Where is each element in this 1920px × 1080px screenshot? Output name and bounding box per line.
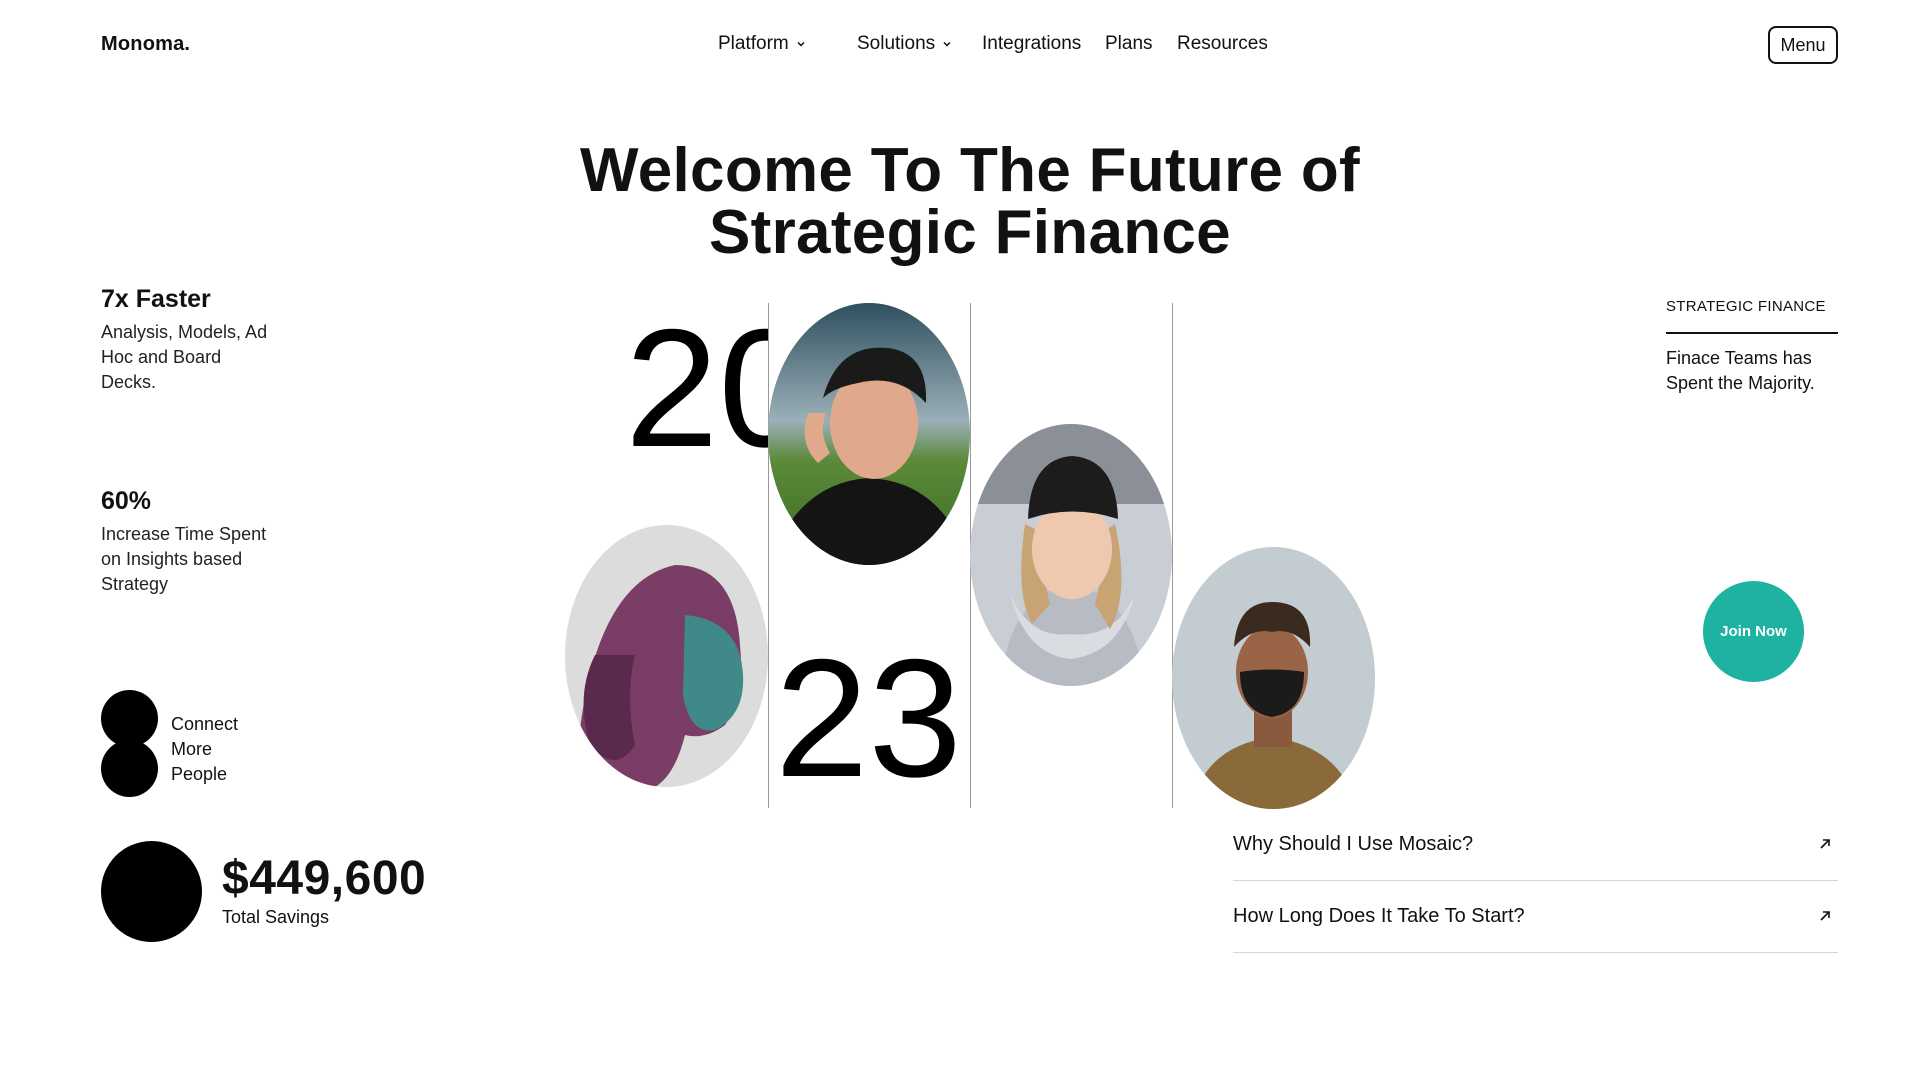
year-top-clip: 20 [625, 313, 768, 473]
menu-button[interactable]: Menu [1768, 26, 1838, 64]
faq-question: Why Should I Use Mosaic? [1233, 832, 1474, 855]
nav-resources[interactable]: Resources [1177, 33, 1268, 55]
nav-platform-label: Platform [718, 33, 789, 54]
year-bottom-clip: 23 [775, 643, 970, 808]
kicker-divider [1666, 332, 1838, 334]
nav-plans[interactable]: Plans [1105, 33, 1153, 55]
connect-label: Connect More People [171, 714, 239, 784]
section-kicker: STRATEGIC FINANCE [1666, 298, 1826, 315]
chevron-down-icon [943, 41, 951, 47]
connect-avatar-1 [101, 690, 158, 747]
hero-collage: 20 23 [565, 303, 1380, 809]
nav-integrations[interactable]: Integrations [982, 33, 1081, 55]
grid-divider [768, 303, 769, 808]
portrait-man-mask-image [1172, 547, 1375, 809]
stat-block-speed: 7x Faster Analysis, Models, Ad Hoc and B… [101, 285, 281, 395]
hero-title-line-1: Welcome To The Future of [580, 136, 1360, 205]
connect-avatar-2 [101, 740, 158, 797]
nav-plans-label: Plans [1105, 33, 1153, 54]
join-now-button[interactable]: Join Now [1703, 581, 1804, 682]
portrait-man-cap [768, 303, 970, 565]
savings-label: Total Savings [222, 907, 330, 927]
hero-title: Welcome To The Future of Strategic Finan… [460, 140, 1480, 264]
nav-solutions-label: Solutions [857, 33, 936, 54]
nav-platform[interactable]: Platform [718, 33, 807, 55]
portrait-woman-profile-image [565, 525, 768, 787]
faq-item[interactable]: Why Should I Use Mosaic? [1233, 808, 1838, 881]
brand-logo[interactable]: Monoma. [101, 33, 190, 56]
portrait-woman-profile [565, 525, 768, 787]
hero-title-line-2: Strategic Finance [709, 198, 1231, 267]
grid-divider [1172, 303, 1173, 808]
arrow-up-right-icon [1820, 911, 1830, 921]
stat-description: Analysis, Models, Ad Hoc and Board Decks… [101, 322, 268, 392]
faq-question: How Long Does It Take To Start? [1233, 904, 1525, 927]
portrait-woman-beanie-image [970, 424, 1172, 686]
savings-avatar [101, 841, 202, 942]
nav-integrations-label: Integrations [982, 33, 1082, 54]
portrait-woman-beanie [970, 424, 1172, 686]
faq-item[interactable]: How Long Does It Take To Start? [1233, 880, 1838, 953]
stat-block-insights: 60% Increase Time Spent on Insights base… [101, 487, 281, 597]
savings-amount: $449,600 [222, 852, 427, 905]
stat-description: Increase Time Spent on Insights based St… [101, 524, 267, 594]
arrow-up-right-icon [1820, 839, 1830, 849]
stat-title: 7x Faster [101, 285, 211, 313]
section-description: Finace Teams has Spent the Majority. [1666, 348, 1815, 393]
portrait-man-cap-image [768, 303, 970, 565]
nav-resources-label: Resources [1177, 33, 1268, 54]
portrait-man-mask [1172, 547, 1375, 809]
year-bottom: 23 [775, 643, 962, 808]
stat-title: 60% [101, 487, 152, 515]
chevron-down-icon [797, 41, 805, 47]
year-top: 20 [625, 313, 768, 473]
nav-solutions[interactable]: Solutions [857, 33, 953, 55]
